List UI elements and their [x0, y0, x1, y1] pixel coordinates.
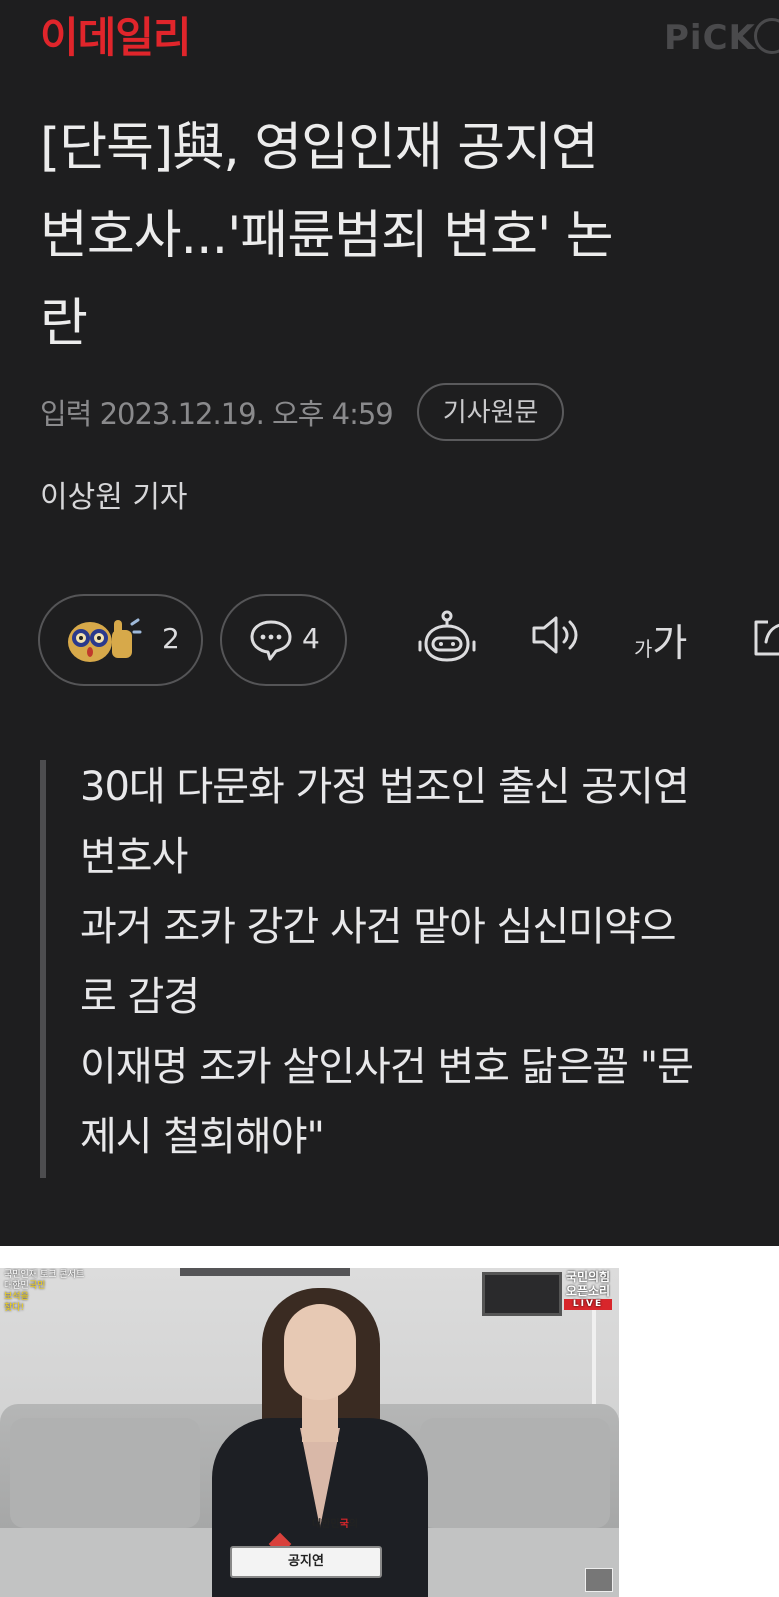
overlay-event-line3: 보석을	[4, 1292, 29, 1302]
overlay-event-line2: 대한민국민	[4, 1281, 84, 1292]
article-meta: 입력 2023.12.19. 오후 4:59 기사원문	[40, 382, 565, 442]
owl-thumbs-up-icon	[68, 618, 142, 662]
photo-sofa-cushion	[10, 1418, 200, 1528]
photo-caption-slogan: 대한민국의	[270, 1518, 400, 1532]
photo-name-caption: 공지연	[230, 1546, 382, 1578]
article-summary: 30대 다문화 가정 법조인 출신 공지연 변호사 과거 조카 강간 사건 맡아…	[80, 752, 779, 1172]
reporter-name[interactable]: 이상원 기자	[40, 478, 188, 518]
photo-wall-monitor	[482, 1272, 562, 1316]
summary-line: 로 감경	[80, 974, 200, 1020]
article-headline: [단독]與, 영입인재 공지연 변호사...'패륜범죄 변호' 논 란	[40, 118, 614, 354]
share-icon[interactable]	[752, 612, 779, 658]
photo-person-face	[284, 1304, 356, 1400]
photo-ceiling-fixture	[180, 1268, 350, 1276]
reaction-count: 2	[162, 622, 180, 655]
overlay-highlight-text: 국민	[28, 1281, 46, 1291]
font-size-button[interactable]: 가가	[634, 612, 687, 667]
comment-bubble-icon	[250, 620, 292, 661]
live-badge: LIVE	[564, 1299, 612, 1310]
summary-quote-bar	[40, 760, 46, 1178]
pick-circle-icon[interactable]	[754, 18, 779, 54]
robot-summary-icon[interactable]	[418, 608, 476, 666]
caption-highlight: 국	[339, 1519, 349, 1530]
publisher-logo[interactable]: 이데일리	[40, 12, 192, 64]
summary-line: 변호사	[80, 834, 188, 880]
overlay-event-line4: 찾다!	[4, 1303, 25, 1313]
overlay-event-title: 국민인재 토크 콘서트	[4, 1270, 85, 1280]
caption-text: 대한민	[311, 1519, 340, 1530]
published-date: 입력 2023.12.19. 오후 4:59	[40, 397, 394, 431]
overlay-text: 대한민	[4, 1281, 29, 1291]
summary-line: 이재명 조카 살인사건 변호 닮은꼴 "문	[80, 1044, 694, 1090]
comment-button[interactable]: 4	[220, 594, 347, 686]
overlay-show-name: 오픈소리	[565, 1284, 611, 1298]
summary-line: 30대 다문화 가정 법조인 출신 공지연	[80, 764, 690, 810]
caption-text: 의	[348, 1519, 358, 1530]
photo-channel-overlay: 국민의힘 오픈소리 LIVE	[560, 1270, 616, 1310]
overlay-party-name: 국민의힘	[565, 1270, 611, 1284]
article-view: 이데일리 PiCK [단독]與, 영입인재 공지연 변호사...'패륜범죄 변호…	[0, 0, 779, 1246]
summary-line: 제시 철회해야"	[80, 1114, 325, 1160]
comment-count: 4	[302, 622, 320, 655]
original-article-button[interactable]: 기사원문	[416, 383, 565, 441]
speaker-listen-icon[interactable]	[530, 608, 584, 662]
font-size-big-label: 가	[652, 621, 688, 665]
font-size-small-label: 가	[634, 637, 653, 661]
pick-label[interactable]: PiCK	[664, 16, 756, 60]
article-photo[interactable]: 국민인재 토크 콘서트 대한민국민 보석을 찾다! 국민의힘 오픈소리 LIVE…	[0, 1268, 619, 1597]
summary-line: 과거 조카 강간 사건 맡아 심신미약으	[80, 904, 677, 950]
photo-broadcaster-logo	[585, 1568, 613, 1592]
photo-event-overlay: 국민인재 토크 콘서트 대한민국민 보석을 찾다!	[4, 1270, 84, 1314]
reaction-button[interactable]: 2	[38, 594, 203, 686]
photo-sofa-cushion	[420, 1418, 610, 1528]
